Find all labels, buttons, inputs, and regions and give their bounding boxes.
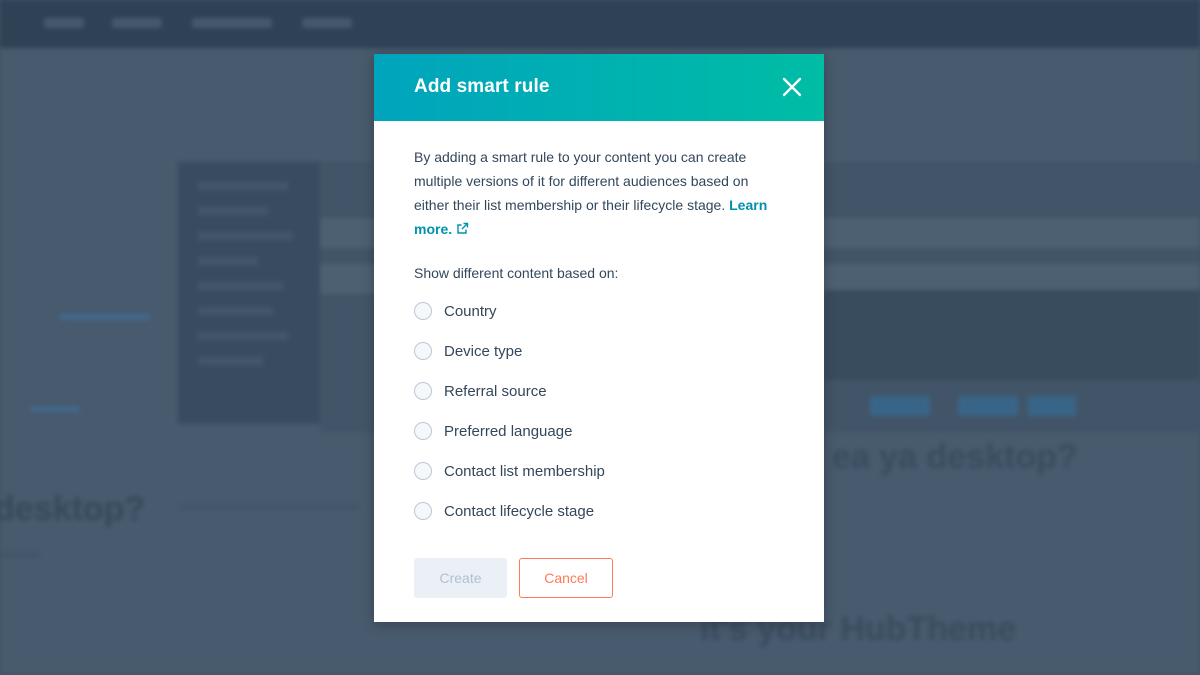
cancel-button[interactable]: Cancel: [519, 558, 613, 598]
radio-label: Preferred language: [444, 422, 573, 440]
dialog-header: Add smart rule: [374, 54, 824, 121]
dialog-title: Add smart rule: [414, 76, 550, 97]
close-button[interactable]: [780, 75, 804, 99]
radio-label: Country: [444, 302, 497, 320]
radio-label: Device type: [444, 342, 523, 360]
radio-option-country[interactable]: Country: [414, 291, 784, 331]
radio-label: Contact list membership: [444, 462, 605, 480]
create-button[interactable]: Create: [414, 558, 507, 598]
content-basis-label: Show different content based on:: [414, 265, 619, 281]
description-text: By adding a smart rule to your content y…: [414, 149, 749, 213]
radio-button[interactable]: [414, 422, 432, 440]
close-icon: [782, 77, 802, 97]
dialog-description: By adding a smart rule to your content y…: [414, 145, 784, 241]
radio-button[interactable]: [414, 342, 432, 360]
radio-option-preferred-language[interactable]: Preferred language: [414, 411, 784, 451]
radio-option-contact-list-membership[interactable]: Contact list membership: [414, 451, 784, 491]
radio-button[interactable]: [414, 382, 432, 400]
radio-option-device-type[interactable]: Device type: [414, 331, 784, 371]
external-link-icon: [457, 222, 469, 234]
radio-option-contact-lifecycle-stage[interactable]: Contact lifecycle stage: [414, 491, 784, 531]
rule-type-radio-group: Country Device type Referral source Pref…: [414, 291, 784, 531]
radio-button[interactable]: [414, 302, 432, 320]
radio-option-referral-source[interactable]: Referral source: [414, 371, 784, 411]
dialog-footer: Create Cancel: [414, 558, 613, 598]
radio-label: Contact lifecycle stage: [444, 502, 595, 520]
radio-button[interactable]: [414, 462, 432, 480]
radio-button[interactable]: [414, 502, 432, 520]
smart-rule-dialog: Add smart rule By adding a smart rule to…: [374, 54, 824, 622]
dialog-body: By adding a smart rule to your content y…: [374, 121, 824, 531]
radio-label: Referral source: [444, 382, 547, 400]
